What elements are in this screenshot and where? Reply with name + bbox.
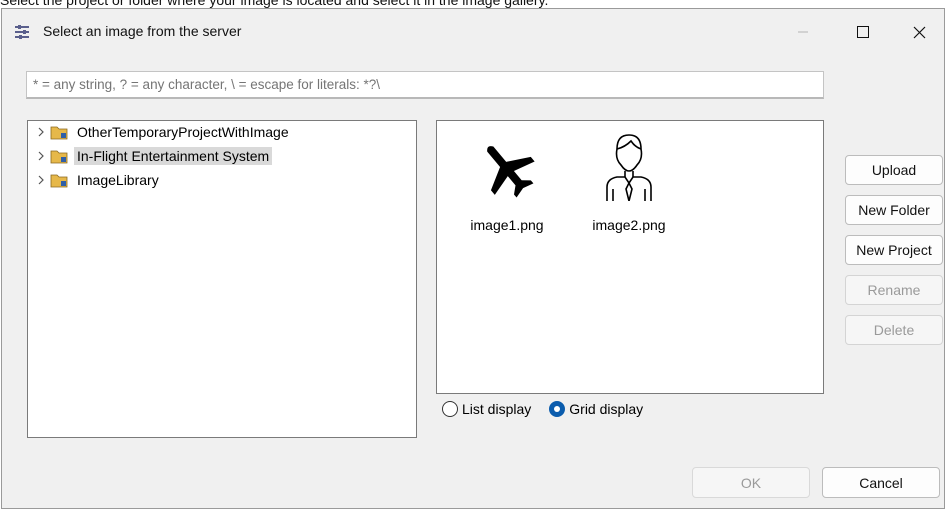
- project-folder-icon: [50, 126, 68, 140]
- cancel-button[interactable]: Cancel: [822, 467, 940, 498]
- gallery-item-name: image2.png: [592, 217, 666, 233]
- list-display-radio[interactable]: List display: [442, 401, 531, 417]
- project-tree[interactable]: OtherTemporaryProjectWithImage In-Flight…: [27, 120, 417, 438]
- radio-circle[interactable]: [549, 401, 566, 417]
- new-folder-button[interactable]: New Folder: [845, 195, 943, 225]
- title-bar[interactable]: Select an image from the server: [2, 9, 944, 55]
- display-mode-group: List display Grid display: [442, 401, 661, 417]
- maximize-icon: [857, 26, 869, 38]
- maximize-button[interactable]: [835, 9, 891, 55]
- project-folder-icon: [50, 150, 68, 164]
- gallery-item-image2[interactable]: image2.png: [579, 129, 679, 233]
- chevron-right-icon[interactable]: [34, 125, 48, 139]
- dialog-settings-icon: [15, 25, 29, 39]
- airplane-icon: [487, 146, 535, 198]
- tree-item-other-temporary-project[interactable]: OtherTemporaryProjectWithImage: [34, 121, 292, 143]
- minimize-button[interactable]: [775, 9, 831, 55]
- tree-item-label: ImageLibrary: [77, 172, 159, 188]
- image-gallery[interactable]: image1.png image2.png: [436, 120, 824, 394]
- gallery-item-image1[interactable]: image1.png: [457, 129, 557, 233]
- tree-item-image-library[interactable]: ImageLibrary: [34, 169, 162, 191]
- close-button[interactable]: [891, 9, 946, 55]
- rename-button[interactable]: Rename: [845, 275, 943, 305]
- grid-display-radio[interactable]: Grid display: [549, 401, 643, 417]
- instruction-text: Select the project or folder where your …: [0, 0, 549, 8]
- radio-circle[interactable]: [442, 401, 458, 417]
- chevron-right-icon[interactable]: [34, 149, 48, 163]
- select-image-dialog: Select an image from the server OtherTem…: [1, 8, 945, 509]
- ok-button[interactable]: OK: [692, 467, 810, 498]
- list-display-label: List display: [462, 401, 532, 417]
- businessman-icon: [606, 134, 652, 201]
- tree-item-label: OtherTemporaryProjectWithImage: [77, 124, 289, 140]
- filter-input[interactable]: [26, 71, 824, 99]
- new-project-button[interactable]: New Project: [845, 235, 943, 265]
- dialog-title: Select an image from the server: [43, 23, 242, 39]
- grid-display-label: Grid display: [569, 401, 644, 417]
- tree-item-in-flight-entertainment[interactable]: In-Flight Entertainment System: [34, 145, 273, 167]
- delete-button[interactable]: Delete: [845, 315, 943, 345]
- gallery-item-name: image1.png: [470, 217, 544, 233]
- tree-item-label: In-Flight Entertainment System: [74, 147, 273, 165]
- close-icon: [913, 26, 925, 38]
- chevron-right-icon[interactable]: [34, 173, 48, 187]
- minimize-icon: [798, 31, 808, 33]
- upload-button[interactable]: Upload: [845, 155, 943, 185]
- project-folder-icon: [50, 174, 68, 188]
